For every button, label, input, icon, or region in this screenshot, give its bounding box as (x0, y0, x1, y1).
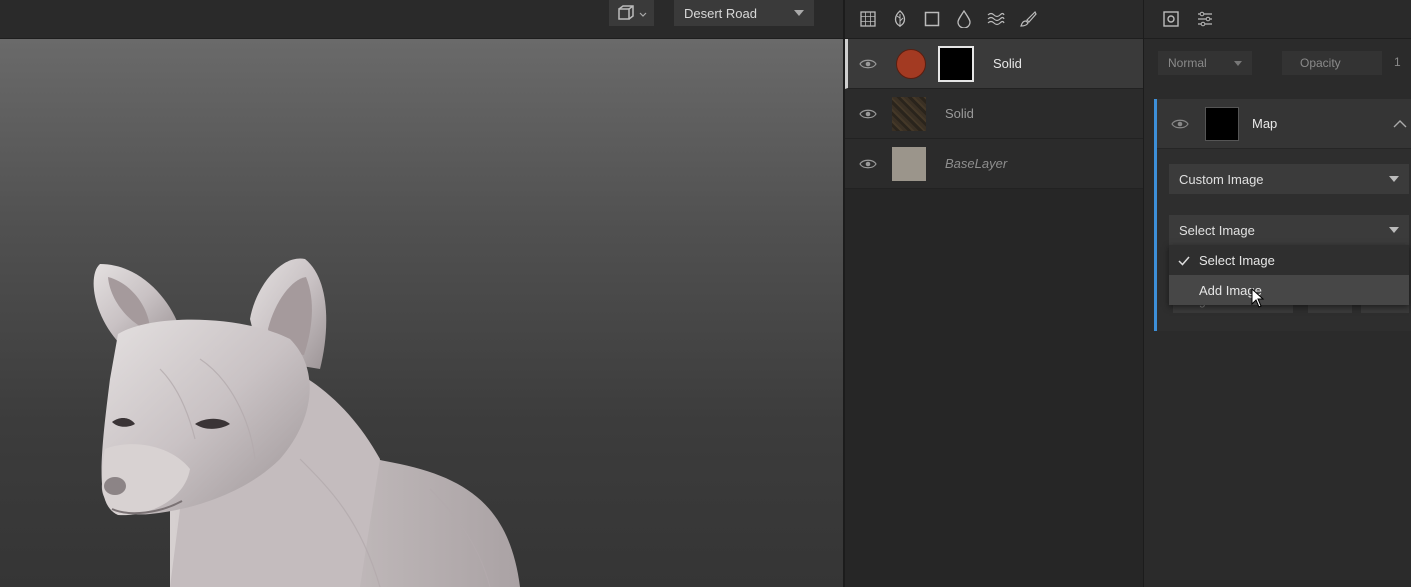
cube-view-icon (617, 5, 635, 21)
visibility-eye-icon[interactable] (859, 106, 877, 122)
layers-toolbar (845, 0, 1143, 39)
layer-name: Solid (945, 106, 974, 121)
map-header[interactable]: Map (1157, 99, 1411, 149)
dropdown-caret-icon (1234, 60, 1242, 66)
frame-icon[interactable] (1162, 10, 1180, 28)
blend-mode-select[interactable]: Normal (1158, 51, 1252, 75)
blend-row: Normal Opacity 1 (1158, 51, 1411, 75)
layer-mask-thumbnail[interactable] (938, 46, 974, 82)
blend-mode-label: Normal (1168, 56, 1207, 70)
map-title: Map (1252, 116, 1278, 131)
dropdown-caret-icon (1389, 227, 1399, 233)
brush-icon[interactable] (1019, 10, 1037, 28)
grid-icon[interactable] (859, 10, 877, 28)
visibility-eye-icon[interactable] (859, 156, 877, 172)
layer-name: BaseLayer (945, 156, 1008, 171)
image-source-select[interactable]: Custom Image (1169, 164, 1409, 194)
image-source-label: Custom Image (1179, 171, 1264, 187)
opacity-value[interactable]: 1 (1394, 55, 1401, 69)
layers-panel: Solid Solid BaseLayer (845, 0, 1143, 587)
environment-select[interactable]: Desert Road (674, 0, 814, 26)
image-select[interactable]: Select Image (1169, 215, 1409, 245)
menu-item-select-image[interactable]: Select Image (1169, 245, 1409, 275)
3d-model-fox (93, 258, 520, 587)
drop-icon[interactable] (955, 10, 973, 28)
visibility-eye-icon[interactable] (1171, 116, 1189, 132)
map-thumbnail[interactable] (1205, 107, 1239, 141)
camera-view-button[interactable] (609, 0, 654, 26)
layers-empty-area (845, 189, 1143, 587)
checkmark-icon (1178, 254, 1190, 266)
image-select-menu: Select Image Add Image (1169, 245, 1409, 305)
dropdown-caret-icon (794, 10, 804, 16)
environment-label: Desert Road (684, 5, 757, 21)
3d-viewport-canvas[interactable] (0, 39, 843, 587)
sliders-icon[interactable] (1196, 10, 1214, 28)
menu-item-label: Select Image (1199, 252, 1275, 268)
opacity-label: Opacity (1300, 56, 1341, 70)
properties-toolbar (1144, 0, 1411, 39)
image-select-label: Select Image (1179, 222, 1255, 238)
layer-row[interactable]: Solid (845, 89, 1143, 139)
fill-color-swatch[interactable] (896, 49, 926, 79)
leaf-icon[interactable] (891, 10, 909, 28)
square-icon[interactable] (923, 10, 941, 28)
opacity-field[interactable]: Opacity (1282, 51, 1382, 75)
dropdown-caret-icon (1389, 176, 1399, 182)
chevron-down-icon (639, 6, 647, 21)
mouse-cursor-icon (1251, 287, 1265, 308)
layer-row[interactable]: BaseLayer (845, 139, 1143, 189)
waves-icon[interactable] (987, 10, 1005, 28)
visibility-eye-icon[interactable] (859, 56, 877, 72)
layer-row[interactable]: Solid (845, 39, 1143, 89)
viewport-panel: Desert Road (0, 0, 843, 587)
chevron-up-icon[interactable] (1393, 117, 1407, 128)
layer-name: Solid (993, 56, 1022, 71)
viewport-toolbar: Desert Road (0, 0, 843, 39)
layer-thumbnail[interactable] (892, 97, 926, 131)
layer-thumbnail[interactable] (892, 147, 926, 181)
menu-item-add-image[interactable]: Add Image (1169, 275, 1409, 305)
